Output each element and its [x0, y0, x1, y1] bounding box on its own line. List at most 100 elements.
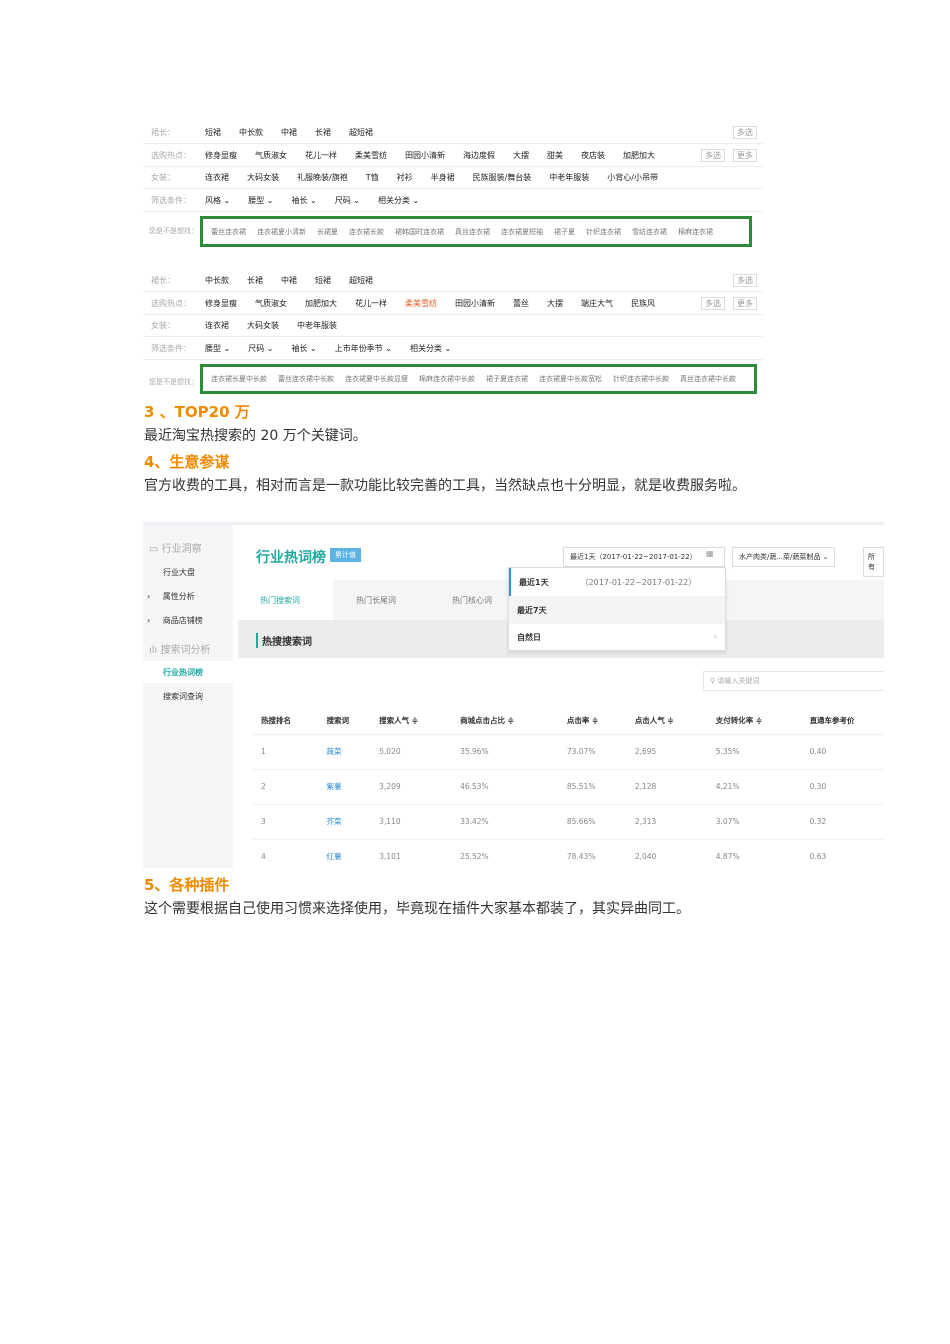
filter-option[interactable]: 超短裙	[349, 275, 373, 286]
filter-option[interactable]: 加肥加大	[305, 298, 337, 309]
filter-option[interactable]: 长裙	[247, 275, 263, 286]
filter-option[interactable]: 短裙	[315, 275, 331, 286]
suggestion-link[interactable]: 裙子夏	[554, 227, 575, 237]
filter-option[interactable]: 腰型 ⌄	[205, 343, 230, 354]
column-header[interactable]: 支付转化率 ≑	[707, 708, 802, 735]
filter-option[interactable]: 半身裙	[431, 172, 455, 183]
filter-option[interactable]: 中长款	[205, 275, 229, 286]
filter-option[interactable]: 花儿一样	[355, 298, 387, 309]
filter-option[interactable]: 大摆	[547, 298, 563, 309]
filter-option[interactable]: 柔美雪纺	[405, 298, 437, 309]
filter-option[interactable]: 礼服晚装/旗袍	[297, 172, 348, 183]
filter-option[interactable]: 夜店装	[581, 150, 605, 161]
suggestion-link[interactable]: 连衣裙夏短袖	[501, 227, 543, 237]
filter-option[interactable]: 衬衫	[397, 172, 413, 183]
filter-option[interactable]: 相关分类 ⌄	[410, 343, 451, 354]
suggestion-link[interactable]: 真丝连衣裙中长款	[680, 374, 736, 384]
filter-action-button[interactable]: 多选	[701, 296, 725, 310]
filter-option[interactable]: 中裙	[281, 275, 297, 286]
column-header[interactable]: 搜索词	[318, 708, 372, 735]
filter-option[interactable]: 连衣裙	[205, 172, 229, 183]
filter-option[interactable]: 大摆	[513, 150, 529, 161]
filter-option[interactable]: 短裙	[205, 127, 221, 138]
filter-option[interactable]: 修身显瘦	[205, 298, 237, 309]
filter-option[interactable]: 蕾丝	[513, 298, 529, 309]
filter-option[interactable]: 腰型 ⌄	[248, 195, 273, 206]
column-header[interactable]: 直通车参考价	[801, 708, 884, 735]
filter-option[interactable]: 中裙	[281, 127, 297, 138]
suggestion-link[interactable]: 连衣裙长款	[349, 227, 384, 237]
filter-option[interactable]: 中长款	[239, 127, 263, 138]
keyword-link[interactable]: 蔬菜	[318, 734, 372, 770]
dropdown-option[interactable]: 最近7天	[509, 596, 725, 624]
filter-option[interactable]: 大码女装	[247, 320, 279, 331]
calendar-icon[interactable]: ▦	[706, 549, 714, 558]
filter-option[interactable]: 民族风	[631, 298, 655, 309]
filter-action-button[interactable]: 多选	[701, 148, 725, 162]
column-header[interactable]: 商城点击占比 ≑	[452, 708, 559, 735]
column-header[interactable]: 点击率 ≑	[558, 708, 627, 735]
all-select[interactable]: 所有	[863, 547, 884, 577]
sidebar-item-active[interactable]: 行业热词榜	[143, 661, 233, 683]
filter-action-button[interactable]: 更多	[733, 148, 757, 162]
filter-option[interactable]: 田园小清新	[405, 150, 445, 161]
filter-option[interactable]: T恤	[366, 172, 379, 183]
keyword-link[interactable]: 红薯	[318, 839, 372, 868]
sidebar-item[interactable]: 行业大盘	[163, 567, 195, 578]
filter-option[interactable]: 尺码 ⌄	[335, 195, 360, 206]
suggestion-link[interactable]: 针织连衣裙	[586, 227, 621, 237]
suggestion-link[interactable]: 连衣裙长夏中长款	[211, 374, 267, 384]
filter-option[interactable]: 海边度假	[463, 150, 495, 161]
sidebar-item[interactable]: 商品店铺榜	[163, 616, 203, 625]
filter-action-button[interactable]: 更多	[733, 296, 757, 310]
dropdown-option[interactable]: 自然日 ›	[509, 624, 725, 651]
suggestion-link[interactable]: 针织连衣裙中长款	[613, 374, 669, 384]
filter-option[interactable]: 连衣裙	[205, 320, 229, 331]
keyword-link[interactable]: 紫薯	[318, 769, 372, 805]
filter-option[interactable]: 小背心/小吊带	[607, 172, 658, 183]
date-picker[interactable]: 最近1天（2017-01-22~2017-01-22）	[563, 547, 725, 567]
filter-option[interactable]: 端庄大气	[581, 298, 613, 309]
tab-long-tail[interactable]: 热门长尾词	[356, 595, 396, 606]
keyword-search-input[interactable]: ⚲ 请输入关键词	[703, 671, 884, 691]
filter-option[interactable]: 田园小清新	[455, 298, 495, 309]
suggestion-link[interactable]: 连衣裙夏中长款宽松	[539, 374, 602, 384]
category-select[interactable]: 水产肉类/蔬...菜/蔬菜制品 ⌄	[732, 547, 836, 567]
tab-core[interactable]: 热门核心词	[452, 595, 492, 606]
dropdown-option[interactable]: 最近1天 （2017-01-22~2017-01-22）	[509, 568, 725, 596]
suggestion-link[interactable]: 裙韩国时连衣裙	[395, 227, 444, 237]
tab-hot-search[interactable]: 热门搜索词	[238, 580, 333, 620]
filter-option[interactable]: 气质淑女	[255, 298, 287, 309]
filter-option[interactable]: 加肥加大	[623, 150, 655, 161]
filter-option[interactable]: 气质淑女	[255, 150, 287, 161]
filter-option[interactable]: 风格 ⌄	[205, 195, 230, 206]
suggestion-link[interactable]: 连衣裙夏小清新	[257, 227, 306, 237]
suggestion-link[interactable]: 棉麻连衣裙中长款	[419, 374, 475, 384]
filter-option[interactable]: 长裙	[315, 127, 331, 138]
column-header[interactable]: 点击人气 ≑	[626, 708, 708, 735]
keyword-link[interactable]: 芥菜	[318, 804, 372, 840]
suggestion-link[interactable]: 棉麻连衣裙	[678, 227, 713, 237]
sidebar-item[interactable]: 属性分析	[163, 592, 195, 601]
filter-option[interactable]: 袖长 ⌄	[292, 343, 317, 354]
filter-option[interactable]: 尺码 ⌄	[248, 343, 273, 354]
filter-option[interactable]: 甜美	[547, 150, 563, 161]
suggestion-link[interactable]: 真丝连衣裙	[455, 227, 490, 237]
filter-option[interactable]: 大码女装	[247, 172, 279, 183]
filter-option[interactable]: 中老年服装	[297, 320, 337, 331]
filter-option[interactable]: 上市年份季节 ⌄	[335, 343, 392, 354]
column-header[interactable]: 热搜排名	[253, 708, 319, 735]
column-header[interactable]: 搜索人气 ≑	[371, 708, 453, 735]
sidebar-item[interactable]: 搜索词查询	[163, 691, 203, 702]
suggestion-link[interactable]: 连衣裙夏中长款显瘦	[345, 374, 408, 384]
suggestion-link[interactable]: 裙子夏连衣裙	[486, 374, 528, 384]
filter-option[interactable]: 柔美雪纺	[355, 150, 387, 161]
filter-action-button[interactable]: 多选	[733, 126, 757, 139]
filter-option[interactable]: 袖长 ⌄	[292, 195, 317, 206]
filter-option[interactable]: 花儿一样	[305, 150, 337, 161]
suggestion-link[interactable]: 雪纺连衣裙	[632, 227, 667, 237]
filter-option[interactable]: 修身显瘦	[205, 150, 237, 161]
suggestion-link[interactable]: 蕾丝连衣裙	[211, 227, 246, 237]
filter-option[interactable]: 超短裙	[349, 127, 373, 138]
filter-option[interactable]: 民族服装/舞台装	[473, 172, 532, 183]
